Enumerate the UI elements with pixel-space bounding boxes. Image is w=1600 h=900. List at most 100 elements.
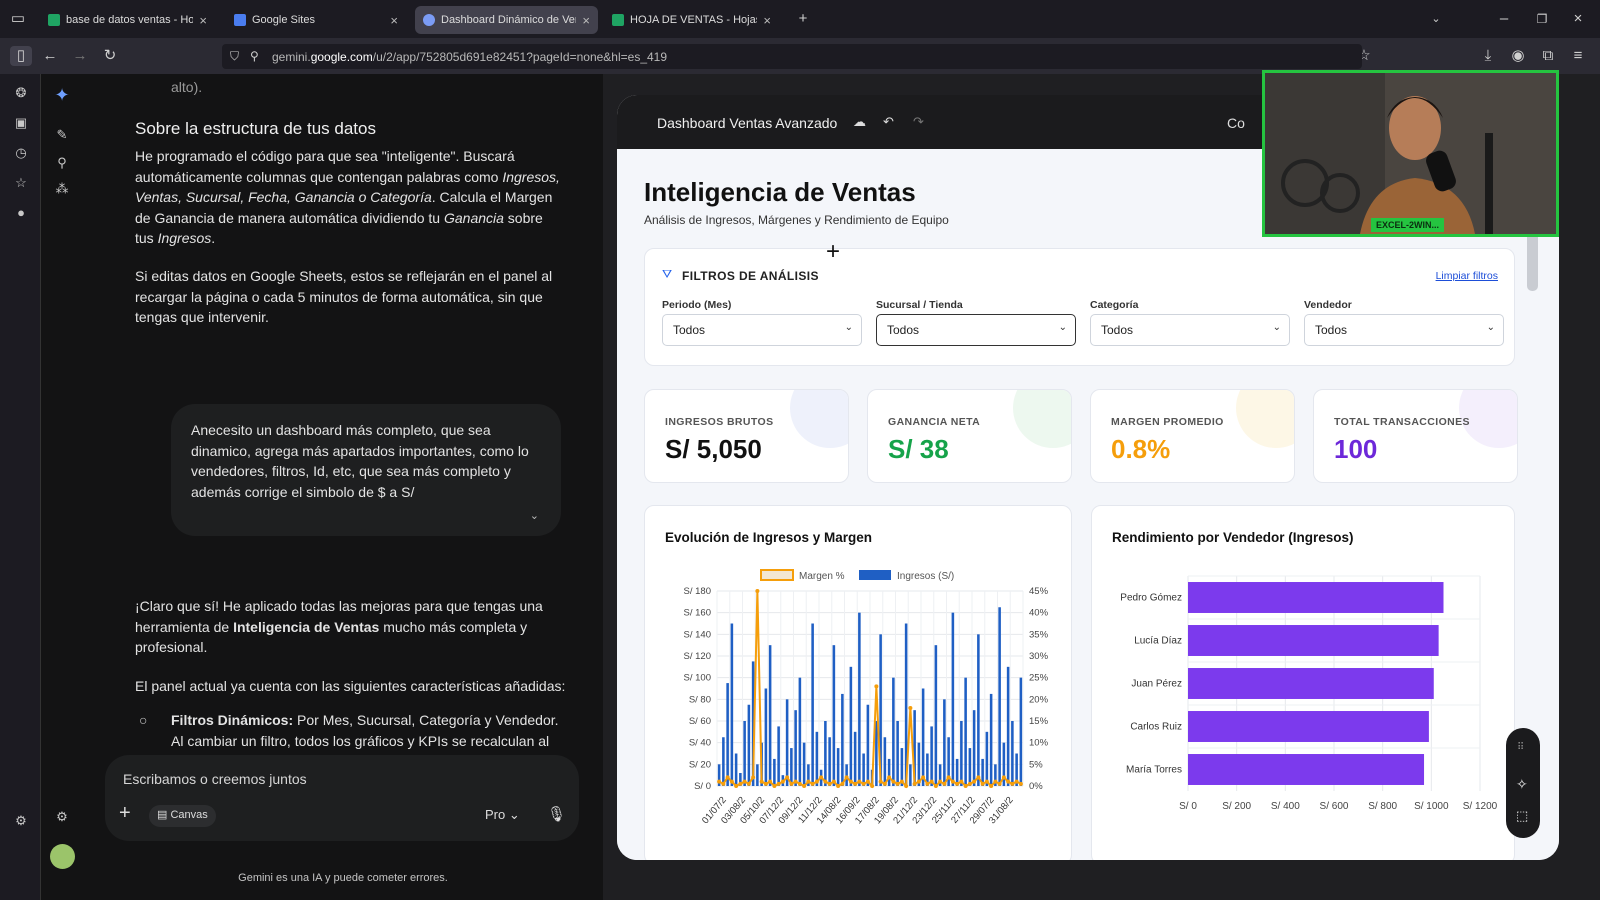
revenue-bar <box>909 764 912 786</box>
sheets-icon <box>612 14 624 26</box>
bullet-icon: ○ <box>139 712 148 728</box>
new-chat-icon[interactable]: ✎ <box>53 126 71 144</box>
paragraph-reply: ¡Claro que sí! He aplicado todas las mej… <box>135 598 543 655</box>
margin-point <box>882 781 887 786</box>
add-icon[interactable]: + <box>119 802 131 825</box>
browser-sidebar: ❂ ▣ ◷ ☆ ● ⚙ <box>0 74 41 900</box>
dashboard-subtitle: Análisis de Ingresos, Márgenes y Rendimi… <box>644 213 949 227</box>
list-tabs-icon[interactable]: ⌄ <box>1426 9 1446 29</box>
y-right-tick: 35% <box>1029 629 1049 640</box>
tab-overview-icon[interactable]: ▭ <box>8 9 28 29</box>
new-tab-icon[interactable]: + <box>793 9 813 29</box>
canvas-title: Dashboard Ventas Avanzado <box>657 115 838 131</box>
close-tab-icon[interactable]: × <box>199 13 207 28</box>
margin-point <box>848 779 853 784</box>
period-select[interactable]: Todos ⌄ <box>662 314 862 346</box>
legend-swatch <box>859 570 891 580</box>
margin-point <box>789 781 794 786</box>
close-tab-icon[interactable]: × <box>763 13 771 28</box>
y-right-tick: 20% <box>1029 694 1049 705</box>
tab-title: Dashboard Dinámico de Ventas <box>441 14 576 26</box>
legend-label: Margen % <box>799 571 845 582</box>
history-icon[interactable]: ◷ <box>12 144 30 162</box>
reload-icon[interactable]: ↻ <box>100 46 120 66</box>
revenue-bar <box>815 731 819 786</box>
forward-icon[interactable]: → <box>70 46 90 66</box>
seller-label: Pedro Gómez <box>1120 593 1182 604</box>
tab-base-datos[interactable]: base de datos ventas - Hojas de × <box>40 6 215 34</box>
sidebar-toggle-icon[interactable]: ▯ <box>10 46 32 66</box>
expand-chevron-icon[interactable]: ⌄ <box>530 509 539 522</box>
model-selector[interactable]: Pro ⌄ <box>485 807 520 823</box>
seller-performance-chart: S/ 0 S/ 200 S/ 400 S/ 600 S/ 800 S/ 1000 S/ 12… <box>1120 575 1498 812</box>
share-button-cut[interactable]: Co <box>1227 115 1245 131</box>
minimize-icon[interactable]: – <box>1494 9 1514 29</box>
disclaimer: Gemini es una IA y puede cometer errores… <box>238 872 448 884</box>
customize-sidebar-icon[interactable]: ⚙ <box>12 812 30 830</box>
account-icon[interactable]: ◉ <box>1508 46 1528 66</box>
sparkle-edit-icon[interactable]: ✧ <box>1516 776 1528 793</box>
seller-select[interactable]: Todos ⌄ <box>1304 314 1504 346</box>
tab-hoja-ventas[interactable]: HOJA DE VENTAS - Hojas de cál × <box>604 6 779 34</box>
close-tab-icon[interactable]: × <box>390 13 398 28</box>
y-right-tick: 5% <box>1029 759 1043 770</box>
kpi-label: MARGEN PROMEDIO <box>1111 416 1224 428</box>
back-icon[interactable]: ← <box>40 46 60 66</box>
margin-point <box>912 781 917 786</box>
synced-tabs-icon[interactable]: ▣ <box>12 114 30 132</box>
clear-filters-link[interactable]: Limpiar filtros <box>1436 270 1498 282</box>
drag-handle-icon[interactable]: ⠿ <box>1517 742 1524 753</box>
search-icon[interactable]: ⚲ <box>53 154 71 172</box>
url-bar[interactable]: ⛉ ⚲ gemini. google.com/u/2/app/752805d691… <box>222 44 1362 69</box>
ai-chatbot-icon[interactable]: ❂ <box>12 84 30 102</box>
margin-point <box>853 781 858 786</box>
margin-point <box>1006 779 1011 784</box>
margin-point <box>895 781 900 786</box>
revenue-bar <box>943 699 946 786</box>
revenue-bar <box>790 748 793 786</box>
prompt-input[interactable]: Escribamos o creemos juntos <box>123 771 307 787</box>
close-window-icon[interactable]: × <box>1568 9 1588 29</box>
revenue-bar <box>1019 677 1023 786</box>
branch-select[interactable]: Todos ⌄ <box>876 314 1076 346</box>
mic-icon[interactable]: 🎙 <box>547 805 566 823</box>
close-tab-icon[interactable]: × <box>582 13 590 28</box>
extensions-icon[interactable]: ⧉ <box>1538 46 1558 66</box>
tab-google-sites[interactable]: Google Sites × <box>226 6 406 34</box>
margin-point <box>725 775 730 780</box>
explore-gems-icon[interactable]: ⁂ <box>53 180 71 198</box>
canvas-chip[interactable]: ▤ Canvas <box>149 805 216 827</box>
site-info-icon[interactable]: ⚲ <box>250 49 259 63</box>
bookmarks-icon[interactable]: ☆ <box>12 174 30 192</box>
margin-point <box>899 779 904 784</box>
avatar[interactable] <box>50 844 75 869</box>
undo-icon[interactable]: ↶ <box>883 114 894 130</box>
settings-icon[interactable]: ⚙ <box>53 808 71 826</box>
margin-point <box>921 775 926 780</box>
margin-point <box>865 779 870 784</box>
margin-point <box>729 779 734 784</box>
revenue-bar <box>777 726 780 786</box>
browser-tab-bar: ▭ base de datos ventas - Hojas de × Goog… <box>0 0 1600 38</box>
category-select[interactable]: Todos ⌄ <box>1090 314 1290 346</box>
kpi-value: S/ 38 <box>888 434 949 464</box>
margin-point <box>955 781 960 786</box>
cloud-icon[interactable]: ☁ <box>853 114 866 130</box>
menu-icon[interactable]: ≡ <box>1568 46 1588 66</box>
tab-title: HOJA DE VENTAS - Hojas de cál <box>630 14 757 26</box>
kpi-card-transactions: TOTAL TRANSACCIONES 100 <box>1313 389 1518 483</box>
tab-dashboard[interactable]: Dashboard Dinámico de Ventas × <box>415 6 598 34</box>
scrollbar-thumb[interactable] <box>1527 231 1538 291</box>
revenue-bar <box>921 688 925 786</box>
revenue-bar <box>1006 666 1010 786</box>
downloads-icon[interactable]: ⤓ <box>1478 46 1498 66</box>
legend-swatch <box>760 569 794 581</box>
restore-icon[interactable]: ❐ <box>1532 9 1552 29</box>
revenue-bar <box>785 699 789 786</box>
redo-icon[interactable]: ↷ <box>913 114 924 130</box>
revenue-bar <box>832 645 836 786</box>
select-area-icon[interactable]: ⬚ <box>1516 808 1528 824</box>
margin-point <box>870 784 875 788</box>
extension-icon[interactable]: ● <box>12 204 30 222</box>
kpi-card-profit: GANANCIA NETA S/ 38 <box>867 389 1072 483</box>
